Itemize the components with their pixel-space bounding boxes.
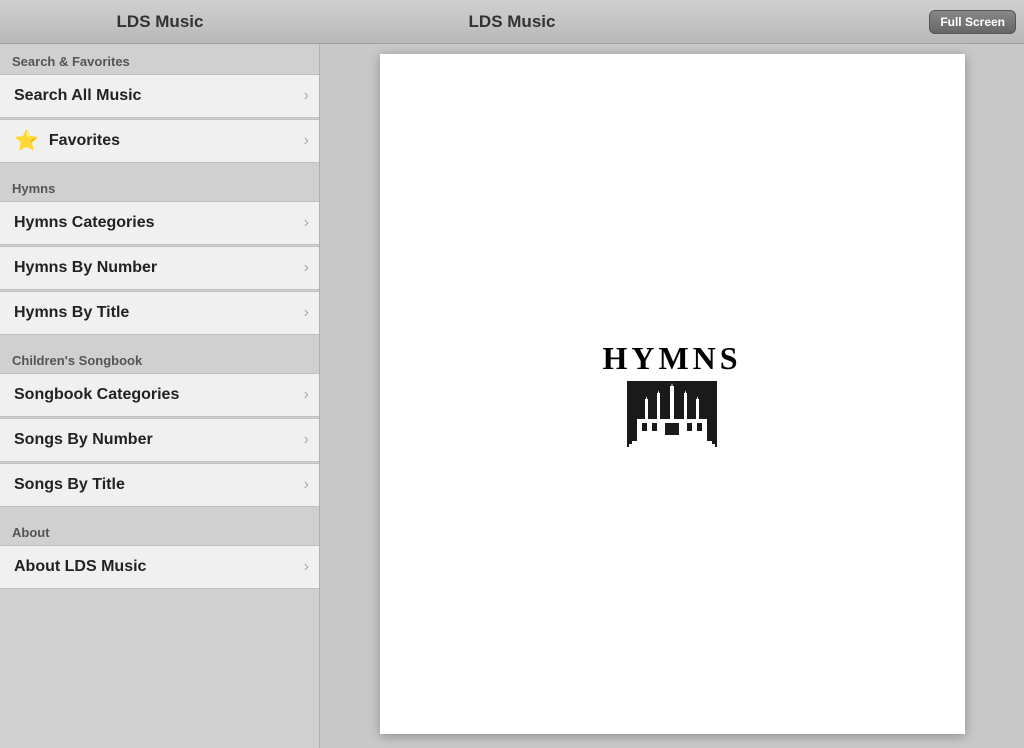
section-search-favorites: Search & FavoritesSearch All Music›⭐Favo… (0, 44, 319, 163)
sidebar-item-label-search-all-music: Search All Music (14, 87, 304, 105)
hymns-cover: HYMNS (602, 340, 741, 449)
chevron-right-icon: › (304, 304, 309, 322)
sidebar-item-label-hymns-by-number: Hymns By Number (14, 259, 304, 277)
section-header-hymns: Hymns (0, 171, 319, 201)
sidebar-item-songbook-categories[interactable]: Songbook Categories› (0, 373, 319, 417)
main-title: LDS Music (469, 12, 556, 32)
chevron-right-icon: › (304, 558, 309, 576)
sidebar-item-label-songs-by-title: Songs By Title (14, 476, 304, 494)
hymns-cover-image (627, 381, 717, 449)
chevron-right-icon: › (304, 87, 309, 105)
sidebar-item-songs-by-title[interactable]: Songs By Title› (0, 463, 319, 507)
sidebar-item-label-hymns-categories: Hymns Categories (14, 214, 304, 232)
sidebar-item-label-songs-by-number: Songs By Number (14, 431, 304, 449)
sidebar-item-label-songbook-categories: Songbook Categories (14, 386, 304, 404)
title-bar: LDS Music LDS Music Full Screen (0, 0, 1024, 44)
fullscreen-button[interactable]: Full Screen (929, 10, 1016, 34)
sidebar-item-hymns-categories[interactable]: Hymns Categories› (0, 201, 319, 245)
sidebar: Search & FavoritesSearch All Music›⭐Favo… (0, 44, 320, 748)
section-about: AboutAbout LDS Music› (0, 515, 319, 589)
sidebar-item-label-about-lds-music: About LDS Music (14, 558, 304, 576)
chevron-right-icon: › (304, 259, 309, 277)
section-childrens-songbook: Children's SongbookSongbook Categories›S… (0, 343, 319, 507)
chevron-right-icon: › (304, 386, 309, 404)
chevron-right-icon: › (304, 214, 309, 232)
sidebar-item-about-lds-music[interactable]: About LDS Music› (0, 545, 319, 589)
chevron-right-icon: › (304, 431, 309, 449)
section-header-search-favorites: Search & Favorites (0, 44, 319, 74)
chevron-right-icon: › (304, 132, 309, 150)
sidebar-item-songs-by-number[interactable]: Songs By Number› (0, 418, 319, 462)
sidebar-item-favorites[interactable]: ⭐ Favorites› (0, 119, 319, 163)
main-content: Search & FavoritesSearch All Music›⭐Favo… (0, 44, 1024, 748)
sidebar-item-search-all-music[interactable]: Search All Music› (0, 74, 319, 118)
star-icon: ⭐ (14, 131, 39, 151)
hymns-book-title: HYMNS (602, 340, 741, 377)
section-header-about: About (0, 515, 319, 545)
sidebar-item-label-hymns-by-title: Hymns By Title (14, 304, 304, 322)
section-hymns: HymnsHymns Categories›Hymns By Number›Hy… (0, 171, 319, 335)
content-area: HYMNS (320, 44, 1024, 748)
sidebar-item-hymns-by-number[interactable]: Hymns By Number› (0, 246, 319, 290)
chevron-right-icon: › (304, 476, 309, 494)
sidebar-item-hymns-by-title[interactable]: Hymns By Title› (0, 291, 319, 335)
sidebar-title: LDS Music (0, 12, 320, 32)
sidebar-item-label-favorites: Favorites (49, 132, 304, 150)
section-header-childrens-songbook: Children's Songbook (0, 343, 319, 373)
page-view: HYMNS (380, 54, 965, 734)
